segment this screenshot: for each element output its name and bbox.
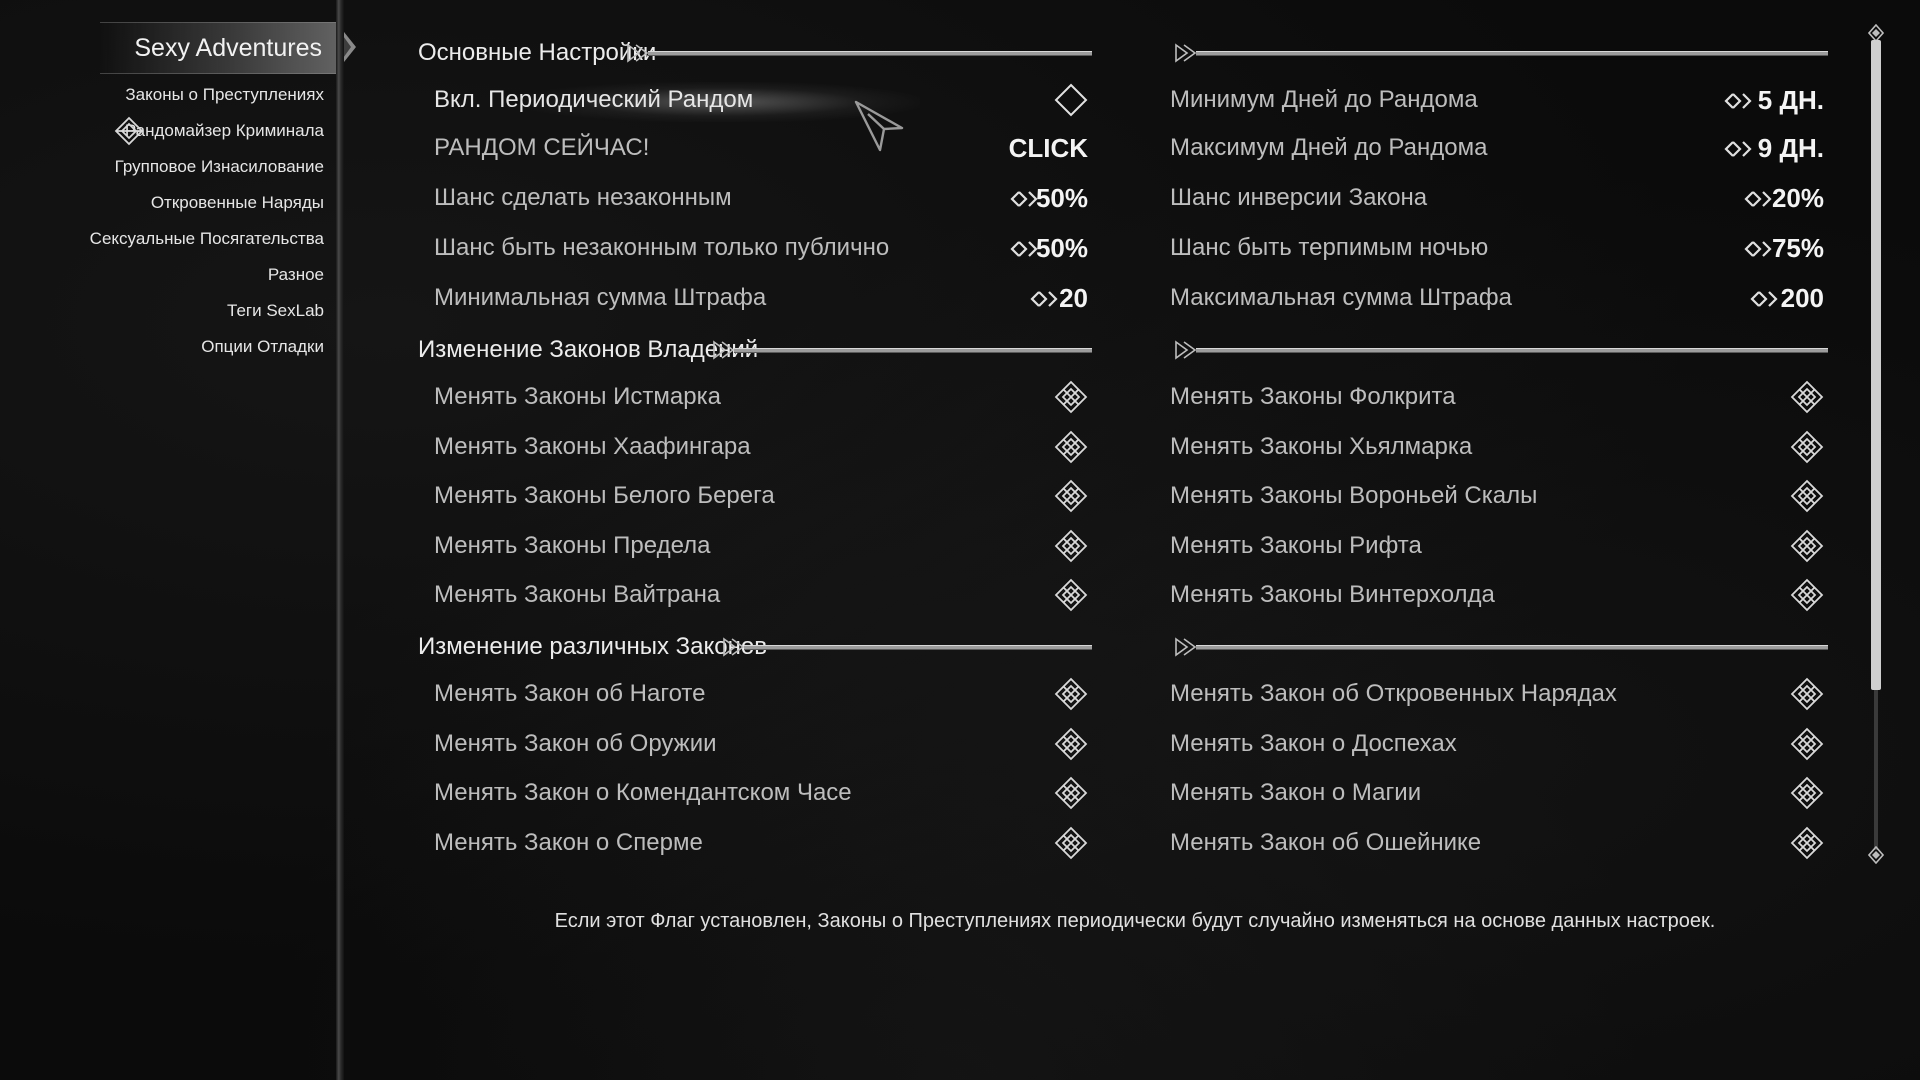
illegal-chance-value[interactable]: 50% xyxy=(1036,178,1088,218)
law-toggle-label[interactable]: Менять Закон об Наготе xyxy=(434,674,705,714)
sidebar-item-debug-options[interactable]: Опции Отладки xyxy=(201,333,324,361)
slider-arrows-icon xyxy=(1724,141,1752,157)
checked-toggle-icon[interactable] xyxy=(1790,380,1824,414)
option-min-fine[interactable]: Минимальная сумма Штрафа xyxy=(434,278,766,318)
law-toggle-label[interactable]: Менять Законы Истмарка xyxy=(434,377,721,417)
slider-arrows-icon xyxy=(1744,241,1772,257)
option-law-inversion-chance[interactable]: Шанс инверсии Закона xyxy=(1170,178,1427,218)
option-min-days-random[interactable]: Минимум Дней до Рандома xyxy=(1170,80,1478,120)
section-divider xyxy=(722,637,1092,657)
law-toggle-label[interactable]: Менять Законы Хаафингара xyxy=(434,427,751,467)
checked-toggle-icon[interactable] xyxy=(1790,529,1824,563)
checked-toggle-icon[interactable] xyxy=(1790,677,1824,711)
option-random-now[interactable]: РАНДОМ СЕЙЧАС! xyxy=(434,128,649,168)
checked-toggle-icon[interactable] xyxy=(1054,430,1088,464)
section-divider xyxy=(1174,43,1828,63)
option-illegal-public-only-chance[interactable]: Шанс быть незаконным только публично xyxy=(434,228,889,268)
checked-toggle-icon[interactable] xyxy=(1054,727,1088,761)
sidebar-item-sexual-assault[interactable]: Сексуальные Посягательства xyxy=(90,225,324,253)
law-toggle-label[interactable]: Менять Законы Винтерхолда xyxy=(1170,575,1495,615)
law-toggle-label[interactable]: Менять Законы Хьялмарка xyxy=(1170,427,1472,467)
checked-toggle-icon[interactable] xyxy=(1054,677,1088,711)
min-fine-value[interactable]: 20 xyxy=(1059,278,1088,318)
law-toggle-label[interactable]: Менять Закон об Ошейнике xyxy=(1170,823,1481,863)
law-inversion-chance-value[interactable]: 20% xyxy=(1772,178,1824,218)
checked-toggle-icon[interactable] xyxy=(1790,578,1824,612)
slider-arrows-icon xyxy=(1744,191,1772,207)
slider-arrows-icon xyxy=(1030,291,1058,307)
slider-arrows-icon xyxy=(1010,241,1038,257)
mouse-cursor-icon xyxy=(854,100,904,152)
option-enable-periodic-random[interactable]: Вкл. Периодический Рандом xyxy=(434,80,753,120)
checked-toggle-icon[interactable] xyxy=(1790,727,1824,761)
sidebar-item-misc[interactable]: Разное xyxy=(268,261,324,289)
checked-toggle-icon[interactable] xyxy=(1054,380,1088,414)
option-night-tolerance-chance[interactable]: Шанс быть терпимым ночью xyxy=(1170,228,1488,268)
section-divider xyxy=(626,43,1092,63)
law-toggle-label[interactable]: Менять Закон о Сперме xyxy=(434,823,703,863)
section-divider xyxy=(1174,340,1828,360)
mod-title-tab[interactable]: Sexy Adventures xyxy=(100,22,336,74)
slider-arrows-icon xyxy=(1010,191,1038,207)
scrollbar-thumb[interactable] xyxy=(1871,40,1881,690)
diamond-checkbox-icon[interactable] xyxy=(1054,83,1088,117)
option-max-fine[interactable]: Максимальная сумма Штрафа xyxy=(1170,278,1512,318)
selected-item-marker-icon xyxy=(114,116,144,146)
law-toggle-label[interactable]: Менять Законы Предела xyxy=(434,526,710,566)
min-days-random-value[interactable]: 5 ДН. xyxy=(1758,80,1824,120)
option-max-days-random[interactable]: Максимум Дней до Рандома xyxy=(1170,128,1487,168)
law-toggle-label[interactable]: Менять Закон о Доспехах xyxy=(1170,724,1457,764)
random-now-click-value[interactable]: CLICK xyxy=(1009,128,1088,168)
section-divider xyxy=(1174,637,1828,657)
scroll-down-arrow-icon[interactable] xyxy=(1868,846,1884,864)
checked-toggle-icon[interactable] xyxy=(1054,529,1088,563)
sidebar-divider xyxy=(336,0,344,1080)
law-toggle-label[interactable]: Менять Законы Рифта xyxy=(1170,526,1422,566)
checked-toggle-icon[interactable] xyxy=(1790,776,1824,810)
section-title-misc-laws: Изменение различных Законов xyxy=(418,633,767,660)
checked-toggle-icon[interactable] xyxy=(1790,479,1824,513)
sidebar-item-crime-laws[interactable]: Законы о Преступлениях xyxy=(125,81,324,109)
mod-title: Sexy Adventures xyxy=(134,34,322,62)
checked-toggle-icon[interactable] xyxy=(1054,776,1088,810)
checked-toggle-icon[interactable] xyxy=(1054,826,1088,860)
section-title-hold-laws: Изменение Законов Владений xyxy=(418,336,759,363)
sidebar-item-revealing-outfits[interactable]: Откровенные Наряды xyxy=(151,189,324,217)
law-toggle-label[interactable]: Менять Законы Вороньей Скалы xyxy=(1170,476,1537,516)
illegal-public-only-chance-value[interactable]: 50% xyxy=(1036,228,1088,268)
law-toggle-label[interactable]: Менять Закон о Комендантском Часе xyxy=(434,773,852,813)
sidebar-item-crime-randomizer[interactable]: Рандомайзер Криминала xyxy=(125,117,324,145)
max-days-random-value[interactable]: 9 ДН. xyxy=(1758,128,1824,168)
law-toggle-label[interactable]: Менять Законы Вайтрана xyxy=(434,575,720,615)
law-toggle-label[interactable]: Менять Закон об Оружии xyxy=(434,724,717,764)
night-tolerance-chance-value[interactable]: 75% xyxy=(1772,228,1824,268)
checked-toggle-icon[interactable] xyxy=(1054,479,1088,513)
checked-toggle-icon[interactable] xyxy=(1790,430,1824,464)
law-toggle-label[interactable]: Менять Закон об Откровенных Нарядах xyxy=(1170,674,1617,714)
section-divider xyxy=(712,340,1092,360)
section-title-main-settings: Основные Настройки xyxy=(418,39,657,66)
slider-arrows-icon xyxy=(1750,291,1778,307)
max-fine-value[interactable]: 200 xyxy=(1781,278,1824,318)
law-toggle-label[interactable]: Менять Законы Фолкрита xyxy=(1170,377,1456,417)
law-toggle-label[interactable]: Менять Закон о Магии xyxy=(1170,773,1421,813)
checked-toggle-icon[interactable] xyxy=(1054,578,1088,612)
sidebar: Sexy Adventures Законы о Преступлениях Р… xyxy=(0,0,356,1080)
law-toggle-label[interactable]: Менять Законы Белого Берега xyxy=(434,476,775,516)
option-illegal-chance[interactable]: Шанс сделать незаконным xyxy=(434,178,732,218)
option-description-text: Если этот Флаг установлен, Законы о Прес… xyxy=(554,910,1716,932)
sidebar-item-sexlab-tags[interactable]: Теги SexLab xyxy=(227,297,324,325)
slider-arrows-icon xyxy=(1724,93,1752,109)
sidebar-item-gang-rape[interactable]: Групповое Изнасилование xyxy=(115,153,324,181)
checked-toggle-icon[interactable] xyxy=(1790,826,1824,860)
